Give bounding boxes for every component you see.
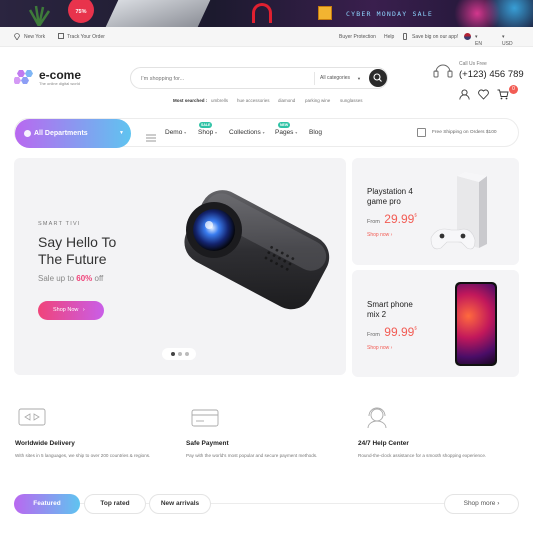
delivery-truck-icon [17,405,47,429]
circle-icon [24,130,31,137]
gift-icon [318,6,332,20]
chevron-down-icon: ▼ [357,76,361,81]
currency-select[interactable]: USD ▾ [502,34,513,47]
chevron-down-icon: ▼ [119,130,124,136]
promo-title-line2: game pro [367,197,401,206]
location-pin-icon [14,33,20,41]
main-nav: All Departments ▼ Demo ▾ SALE Shop ▾ Coll… [14,118,519,148]
promo-text: CYBER MONDAY SALE [346,10,433,18]
laptop-image [105,0,211,27]
feature-description: With sites in 5 languages, we ship to ov… [15,453,151,458]
buyer-protection-link[interactable]: Buyer Protection [339,34,376,40]
most-searched-label: Most searched : [173,98,208,103]
promo-banner[interactable]: 75% CYBER MONDAY SALE [0,0,533,27]
hero-title-line2: The Future [38,251,107,267]
promo-title-line2: mix 2 [367,310,387,319]
credit-card-icon [190,407,220,429]
all-departments-button[interactable]: All Departments ▼ [15,119,131,148]
shop-now-link[interactable]: Shop now › [367,345,392,351]
nav-shop[interactable]: SALE Shop ▾ [198,122,217,136]
promo-card-smartphone[interactable]: Smart phone mix 2 From 99.99$ Shop now › [352,270,519,377]
chevron-right-icon: › [497,500,500,507]
calendar-icon [417,128,426,137]
help-link[interactable]: Help [384,34,394,40]
hero-title-line1: Say Hello To [38,234,117,250]
feature-title: 24/7 Help Center [358,440,409,447]
nav-demo[interactable]: Demo ▾ [165,129,186,136]
promo-price: From 99.99$ [367,325,417,339]
chevron-right-icon: › [82,307,85,313]
new-badge: NEW [278,122,291,128]
sale-badge: SALE [199,122,213,128]
search-icon [373,73,382,82]
slider-dots [162,348,196,360]
cart-icon[interactable] [497,87,509,100]
phone-number[interactable]: (+123) 456 789 [459,69,524,80]
smartphone-image [455,282,497,366]
shop-now-link[interactable]: Shop now › [367,232,392,238]
language-select[interactable]: EN ▾ [475,34,482,47]
box-icon [58,33,64,39]
shop-more-button[interactable]: Shop more › [444,494,519,514]
tab-featured[interactable]: Featured [14,494,80,514]
search-tag[interactable]: parking wine [305,98,330,103]
tab-new-arrivals[interactable]: New arrivals [149,494,211,514]
logo-name[interactable]: e-come [39,68,81,82]
slider-dot[interactable] [185,352,189,356]
search-tag[interactable]: hue accessories [237,98,270,103]
departments-label: All Departments [34,130,88,137]
console-image [427,168,517,260]
category-select[interactable]: All categories ▼ [314,72,364,85]
feature-title: Worldwide Delivery [15,440,75,447]
nav-blog[interactable]: Blog [309,129,322,136]
headset-icon [364,404,390,430]
logo-tagline: The online digital world [39,81,80,86]
logo-icon[interactable] [13,69,36,85]
neon-decoration [440,0,533,27]
menu-icon[interactable] [146,129,156,142]
top-bar: New York Track Your Order Buyer Protecti… [0,27,533,47]
tab-top-rated[interactable]: Top rated [84,494,146,514]
plant-image [26,4,52,27]
heart-icon[interactable] [478,87,489,100]
feature-title: Safe Payment [186,440,229,447]
cart-count-badge: 0 [509,85,518,94]
sale-badge: 75% [68,0,94,23]
feature-description: Pay with the world's most popular and se… [186,453,318,458]
hero-eyebrow: SMART TIVI [38,221,81,227]
projector-image [164,188,334,328]
shop-now-button[interactable]: Shop Now › [38,301,104,320]
slider-dot[interactable] [178,352,182,356]
free-shipping-text: Free Shipping on Orders $100 [432,130,497,135]
search-tag[interactable]: umbrells [211,98,228,103]
promo-card-playstation[interactable]: Playstation 4 game pro From 29.99$ Shop … [352,158,519,265]
search-button[interactable] [369,69,387,87]
promo-price: From 29.99$ [367,212,417,226]
nav-collections[interactable]: Collections ▾ [229,129,265,136]
hero-sale: Sale up to 60% off [38,274,104,283]
header: e-come The online digital world All cate… [0,47,533,117]
search-tag[interactable]: sunglasses [340,98,363,103]
promo-title-line1: Smart phone [367,300,413,309]
headphones-image [252,3,272,23]
feature-description: Round-the-clock assistance for a smooth … [358,453,487,458]
promo-title-line1: Playstation 4 [367,187,413,196]
slider-dot-active[interactable] [171,352,175,356]
flag-icon [464,33,471,40]
app-promo-link[interactable]: Save big on our app! [412,34,458,40]
headset-icon [432,60,454,80]
location-link[interactable]: New York [24,34,45,40]
search-input[interactable] [141,73,301,84]
call-label: Call Us Free [459,61,487,67]
user-icon[interactable] [459,87,470,100]
track-order-link[interactable]: Track Your Order [67,34,105,40]
hero-slider[interactable]: SMART TIVI Say Hello To The Future Sale … [14,158,346,375]
search-tag[interactable]: diamond [278,98,295,103]
search-bar: All categories▼ [130,67,388,89]
nav-pages[interactable]: NEW Pages ▾ [275,122,297,136]
phone-icon [403,33,407,40]
